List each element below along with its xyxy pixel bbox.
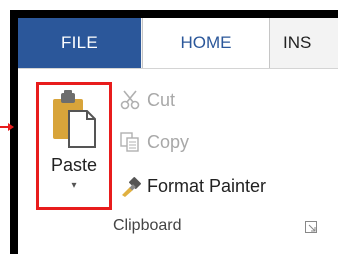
clipboard-group-label: Clipboard (113, 217, 182, 234)
format-painter-label: Format Painter (147, 175, 267, 196)
paintbrush-icon (122, 177, 141, 197)
clipboard-group-footer: Clipboard (18, 213, 338, 245)
tab-file[interactable]: FILE (18, 18, 141, 68)
ribbon-tabs: FILE HOME INS (18, 18, 338, 68)
copy-icon (120, 132, 139, 152)
pointer-arrow-icon (0, 123, 14, 131)
copy-button[interactable]: Copy (119, 127, 189, 157)
cut-label: Cut (147, 89, 176, 110)
format-painter-button[interactable]: Format Painter (119, 171, 266, 201)
dialog-launcher-icon[interactable] (305, 221, 317, 233)
cut-button[interactable]: Cut (119, 85, 175, 115)
tab-home[interactable]: HOME (142, 18, 270, 68)
clipboard-paste-icon (53, 90, 96, 148)
paste-dropdown-arrow-icon[interactable]: ▾ (39, 180, 109, 191)
paste-label: Paste (50, 155, 98, 175)
scissors-icon (120, 90, 140, 110)
clipboard-group: Paste ▾ Cut Copy Format Painter Clipboar… (18, 68, 338, 254)
copy-label: Copy (147, 131, 190, 152)
paste-button[interactable]: Paste ▾ (36, 82, 112, 210)
ribbon: FILE HOME INS Paste ▾ Cut Copy Format Pa… (18, 18, 338, 254)
tab-insert[interactable]: INS (283, 18, 338, 68)
